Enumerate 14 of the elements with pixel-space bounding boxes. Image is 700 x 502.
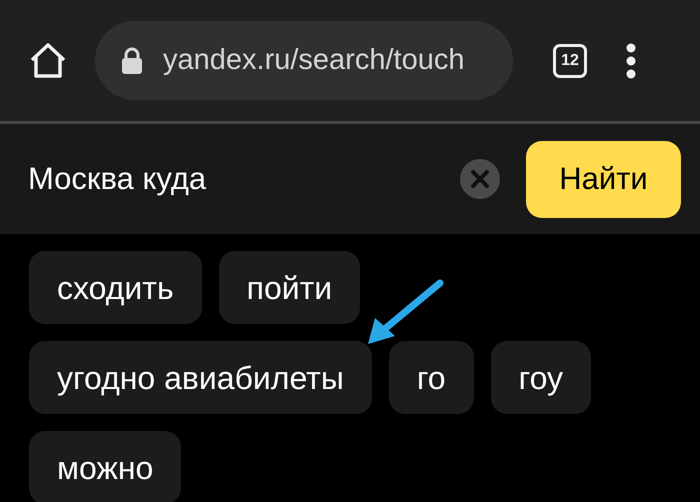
suggestion-chip[interactable]: угодно авиабилеты [29,341,372,414]
menu-icon[interactable] [626,42,636,78]
suggestion-chip[interactable]: го [388,341,474,414]
lock-icon [121,46,143,74]
home-icon[interactable] [28,42,68,80]
suggestion-chip[interactable]: гоу [490,341,591,414]
search-button[interactable]: Найти [526,140,681,218]
tab-count-button[interactable]: 12 [553,44,587,78]
search-field[interactable]: Москва куда [28,156,460,202]
suggestion-chip[interactable]: можно [29,431,182,502]
address-bar[interactable]: yandex.ru/search/touch [95,21,513,100]
suggestion-chip[interactable]: пойти [218,251,360,324]
url-text: yandex.ru/search/touch [163,42,464,78]
suggestion-chip[interactable]: сходить [29,251,202,324]
